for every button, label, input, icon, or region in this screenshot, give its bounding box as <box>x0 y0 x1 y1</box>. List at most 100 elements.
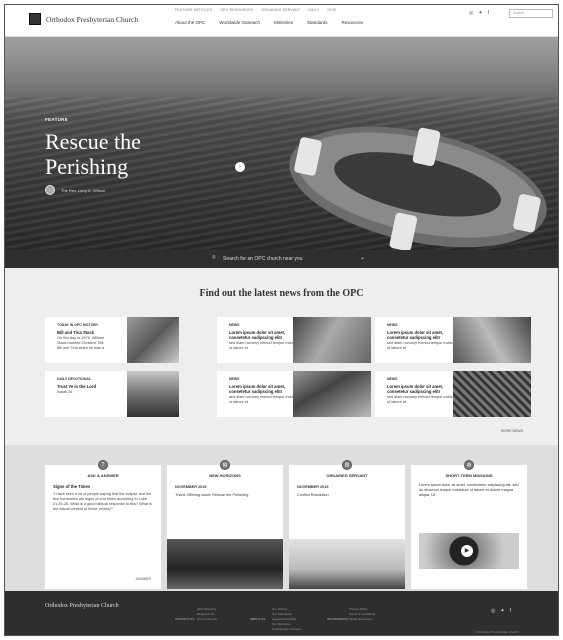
nav-about[interactable]: About the OPC <box>175 20 205 25</box>
church-search-bar[interactable]: ⌾ Search for an OPC church near you ⌄ <box>5 250 558 268</box>
short-term-missions-card[interactable]: ◍ Short-Term Missions Lorem ipsum dolor … <box>411 460 527 589</box>
nav-outreach[interactable]: Worldwide Outreach <box>219 20 260 25</box>
nav-ministries[interactable]: Ministries <box>274 20 293 25</box>
site-name: Orthodox Presbyterian Church <box>46 14 139 24</box>
instagram-icon[interactable]: ◎ <box>469 10 473 16</box>
utility-nav-item[interactable]: Ordained Servant <box>261 8 300 12</box>
hero-play-icon[interactable]: › <box>235 162 245 172</box>
footer-heading[interactable]: Information <box>327 617 348 621</box>
ordained-servant-card[interactable]: ▥ Ordained Servant November 2019 Conflic… <box>289 460 405 589</box>
card-body: Isaiah 26 <box>57 390 73 394</box>
card-body: sed diam nonumy eirmod tempor invidunt u… <box>229 341 299 350</box>
question-icon: ? <box>98 460 108 470</box>
footer-site-name[interactable]: Orthodox Presbyterian Church <box>45 603 119 609</box>
feature-label: FEATURE <box>45 117 69 122</box>
footer-group-information: Information Privacy Policy Terms & Condi… <box>327 607 375 625</box>
church-steeple-photo <box>289 539 405 589</box>
column-title: Ask & Answer <box>87 473 119 478</box>
rain-umbrellas-photo <box>167 539 283 589</box>
news-photo <box>453 371 531 417</box>
news-section: Find out the latest news from the OPC To… <box>5 268 558 445</box>
history-photo <box>127 317 179 363</box>
news-photo <box>453 317 531 363</box>
card-headline: Lorem ipsum dolor sit amet, consetetur s… <box>387 330 444 340</box>
footer-link[interactable]: Presbyteries Contacts <box>272 627 301 632</box>
question-text: "I have seen a lot of people saying that… <box>53 492 152 511</box>
utility-nav: Feature Articles OPC Resources Ordained … <box>175 8 336 12</box>
book-icon: ▥ <box>342 460 352 470</box>
footer-heading[interactable]: Contact Us <box>175 617 194 621</box>
twitter-icon[interactable]: ✦ <box>478 10 482 16</box>
logo-mark-icon <box>29 13 41 25</box>
footer-heading[interactable]: About Us <box>250 617 265 621</box>
footer-link[interactable]: Give to Church <box>197 617 217 622</box>
news-card[interactable]: News Lorem ipsum dolor sit amet, consete… <box>217 371 371 417</box>
main-nav: About the OPC Worldwide Outreach Ministr… <box>175 20 363 25</box>
card-label: Daily Devotional <box>57 377 92 381</box>
footer-link[interactable]: Media Resources <box>349 617 375 622</box>
news-card[interactable]: Daily Devotional Trust Ye in the Lord Is… <box>45 371 179 417</box>
hero-author: The Rev. Larry E. Wilson <box>45 185 105 195</box>
devotional-photo <box>127 371 179 417</box>
utility-nav-item[interactable]: Give <box>327 8 336 12</box>
utility-nav-item[interactable]: OPC Resources <box>220 8 253 12</box>
news-section-title: Find out the latest news from the OPC <box>199 288 364 299</box>
card-headline: Lorem ipsum dolor sit amet, consetetur s… <box>229 384 286 394</box>
globe-icon: ◍ <box>464 460 474 470</box>
question-title: Signs of the Times <box>53 484 91 489</box>
news-photo <box>293 317 371 363</box>
hero-title[interactable]: Rescue the Perishing <box>45 129 205 179</box>
issue-title: Thank Offering Issue: Rescue the Perishi… <box>175 493 249 497</box>
ask-answer-card[interactable]: ? Ask & Answer Signs of the Times "I hav… <box>45 460 161 589</box>
new-horizons-card[interactable]: ▤ New Horizons November 2019 Thank Offer… <box>167 460 283 589</box>
play-icon[interactable]: ▶ <box>461 545 473 557</box>
site-header: Orthodox Presbyterian Church Feature Art… <box>5 5 558 37</box>
news-photo <box>293 371 371 417</box>
issue-title: Conflict Resolution <box>297 493 329 497</box>
card-body: sed diam nonumy eirmod tempor invidunt u… <box>387 395 457 404</box>
card-body: sed diam nonumy eirmod tempor invidunt u… <box>229 395 299 404</box>
card-headline: Bill and Tina Stack <box>57 330 95 335</box>
nav-resources[interactable]: Resources <box>342 20 364 25</box>
hero-banner: FEATURE Rescue the Perishing The Rev. La… <box>5 37 558 250</box>
site-logo[interactable]: Orthodox Presbyterian Church <box>29 13 138 25</box>
answer-link[interactable]: ANSWER <box>136 577 151 581</box>
issue-date: November 2019 <box>175 485 207 489</box>
instagram-icon[interactable]: ◎ <box>491 608 495 614</box>
card-body: sed diam nonumy eirmod tempor invidunt u… <box>387 341 457 350</box>
site-search-input[interactable]: Search <box>509 9 553 18</box>
chevron-down-icon[interactable]: ⌄ <box>360 254 365 261</box>
card-headline: Trust Ye in the Lord <box>57 384 97 389</box>
news-card[interactable]: Today in OPC History Bill and Tina Stack… <box>45 317 179 363</box>
news-card[interactable]: News Lorem ipsum dolor sit amet, consete… <box>375 371 531 417</box>
card-body: On this day in 1976, William Stack marri… <box>57 336 105 350</box>
column-title: Short-Term Missions <box>445 473 493 478</box>
card-label: News <box>387 377 398 381</box>
site-footer: Orthodox Presbyterian Church Contact Us … <box>5 591 558 635</box>
facebook-icon[interactable]: f <box>510 608 511 614</box>
church-search-text: Search for an OPC church near you <box>223 256 303 262</box>
footer-group-contact: Contact Us OPC Directory Religious Lib. … <box>175 607 217 625</box>
magazine-icon: ▤ <box>220 460 230 470</box>
news-card[interactable]: News Lorem ipsum dolor sit amet, consete… <box>217 317 371 363</box>
twitter-icon[interactable]: ✦ <box>500 608 504 614</box>
news-card[interactable]: News Lorem ipsum dolor sit amet, consete… <box>375 317 531 363</box>
card-label: News <box>229 377 240 381</box>
column-title: Ordained Servant <box>326 473 368 478</box>
column-title: New Horizons <box>209 473 241 478</box>
card-headline: Lorem ipsum dolor sit amet, consetetur s… <box>387 384 444 394</box>
facebook-icon[interactable]: f <box>488 10 489 16</box>
issue-date: November 2019 <box>297 485 329 489</box>
footer-group-about: About Us Our History Our Standards Gener… <box>250 607 301 631</box>
missions-text: Lorem ipsum dolor sit amet, consectetur … <box>419 483 519 497</box>
footer-social: ◎ ✦ f <box>491 608 511 614</box>
card-label: Today in OPC History <box>57 323 99 327</box>
utility-nav-item[interactable]: Daily <box>308 8 319 12</box>
nav-standards[interactable]: Standards <box>307 20 328 25</box>
more-news-link[interactable]: MORE NEWS <box>501 429 523 433</box>
features-section: ? Ask & Answer Signs of the Times "I hav… <box>5 445 558 591</box>
card-headline: Lorem ipsum dolor sit amet, consetetur s… <box>229 330 286 340</box>
page-frame: Orthodox Presbyterian Church Feature Art… <box>4 4 559 636</box>
utility-nav-item[interactable]: Feature Articles <box>175 8 212 12</box>
location-pin-icon: ⌾ <box>212 255 216 261</box>
